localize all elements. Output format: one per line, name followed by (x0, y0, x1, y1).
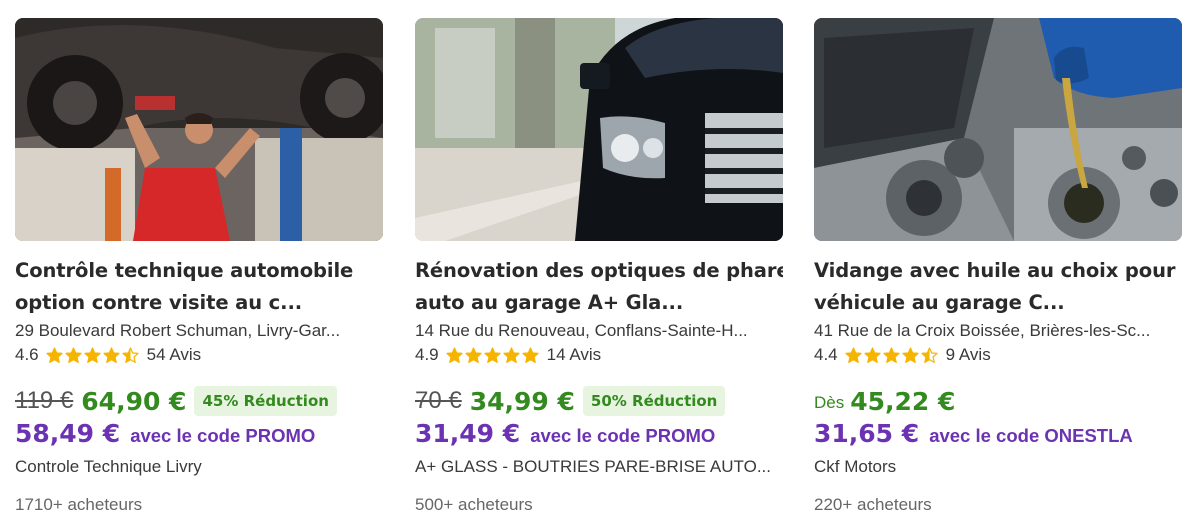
deal-card[interactable]: Contrôle technique automobile option con… (15, 18, 383, 515)
promo-price: 58,49 € (15, 419, 121, 448)
deal-title[interactable]: Contrôle technique automobile option con… (15, 255, 383, 319)
old-price: 70 € (415, 387, 462, 414)
promo-code-text: avec le code PROMO (530, 425, 716, 446)
deal-address: 29 Boulevard Robert Schuman, Livry-Gar..… (15, 321, 341, 340)
new-price: 34,99 € (469, 386, 575, 416)
title-line: véhicule au garage C... (814, 291, 1065, 314)
new-price: 64,90 € (81, 386, 187, 416)
star-rating (446, 346, 541, 364)
star-icon (46, 346, 63, 363)
buyers-count: 220+ acheteurs (814, 495, 932, 514)
star-icon (84, 346, 101, 363)
rating-value: 4.4 (814, 345, 838, 364)
merchant-name: A+ GLASS - BOUTRIES PARE-BRISE AUTO... (415, 457, 771, 476)
rating-row: 4.9 14 Avis (415, 343, 783, 367)
star-icon (122, 346, 139, 363)
new-price: 45,22 € (850, 386, 956, 416)
discount-badge: 45% Réduction (194, 386, 337, 416)
review-count: 14 Avis (546, 345, 602, 364)
deal-card[interactable]: Rénovation des optiques de phares auto a… (415, 18, 783, 515)
promo-code-text: avec le code ONESTLA (929, 425, 1133, 446)
star-icon (921, 346, 938, 363)
star-icon (484, 346, 501, 363)
promo-price: 31,65 € (814, 419, 920, 448)
price-row: 119 € 64,90 € 45% Réduction (15, 383, 383, 419)
buyers-count: 500+ acheteurs (415, 495, 533, 514)
star-icon (522, 346, 539, 363)
title-line: Contrôle technique automobile (15, 259, 354, 282)
promo-row: 31,49 € avec le code PROMO (415, 419, 783, 455)
car-headlight-image (415, 18, 783, 241)
deal-image[interactable] (415, 18, 783, 241)
promo-price: 31,49 € (415, 419, 521, 448)
star-icon (883, 346, 900, 363)
deal-address: 41 Rue de la Croix Boissée, Brières-les-… (814, 321, 1151, 340)
merchant-name: Ckf Motors (814, 457, 897, 476)
star-icon (103, 346, 120, 363)
title-line: Rénovation des optiques de phares (415, 259, 783, 282)
price-prefix: Dès (814, 393, 845, 412)
review-count: 54 Avis (146, 345, 202, 364)
price-row: Dès 45,22 € (814, 383, 1182, 419)
star-icon (864, 346, 881, 363)
title-line: auto au garage A+ Gla... (415, 291, 684, 314)
deal-title[interactable]: Vidange avec huile au choix pour 1 véhic… (814, 255, 1182, 319)
deal-title[interactable]: Rénovation des optiques de phares auto a… (415, 255, 783, 319)
promo-row: 31,65 € avec le code ONESTLA (814, 419, 1182, 455)
price-row: 70 € 34,99 € 50% Réduction (415, 383, 783, 419)
promo-row: 58,49 € avec le code PROMO (15, 419, 383, 455)
star-icon (65, 346, 82, 363)
star-rating (46, 346, 141, 364)
title-line: option contre visite au c... (15, 291, 303, 314)
rating-row: 4.4 9 Avis (814, 343, 1182, 367)
rating-value: 4.6 (15, 345, 39, 364)
deal-image[interactable] (15, 18, 383, 241)
star-icon (902, 346, 919, 363)
old-price: 119 € (15, 387, 74, 414)
star-rating (845, 346, 940, 364)
rating-row: 4.6 54 Avis (15, 343, 383, 367)
star-icon (503, 346, 520, 363)
review-count: 9 Avis (945, 345, 991, 364)
merchant-name: Controle Technique Livry (15, 457, 202, 476)
deal-card[interactable]: Vidange avec huile au choix pour 1 véhic… (814, 18, 1182, 515)
star-icon (465, 346, 482, 363)
promo-code-text: avec le code PROMO (130, 425, 316, 446)
mechanic-under-car-image (15, 18, 383, 241)
star-icon (446, 346, 463, 363)
star-icon (845, 346, 862, 363)
deal-address: 14 Rue du Renouveau, Conflans-Sainte-H..… (415, 321, 748, 340)
oil-pouring-engine-image (814, 18, 1182, 241)
title-line: Vidange avec huile au choix pour 1 (814, 259, 1182, 282)
buyers-count: 1710+ acheteurs (15, 495, 143, 514)
discount-badge: 50% Réduction (582, 386, 726, 416)
deal-image[interactable] (814, 18, 1182, 241)
rating-value: 4.9 (415, 345, 439, 364)
